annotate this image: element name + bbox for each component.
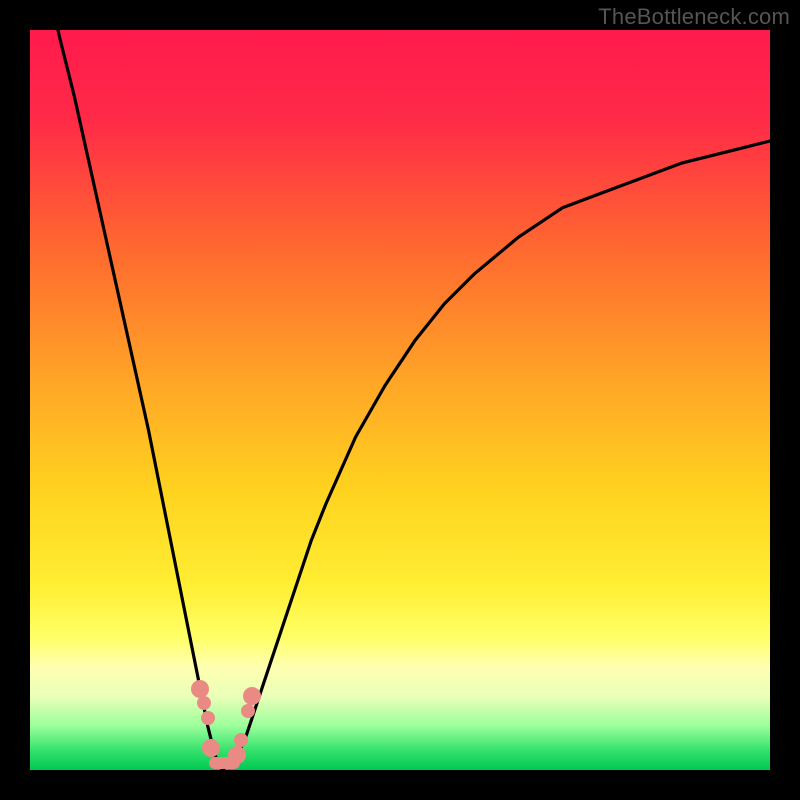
data-marker [191, 680, 209, 698]
plot-area [30, 30, 770, 770]
data-marker [228, 746, 246, 764]
data-marker [243, 687, 261, 705]
chart-frame: TheBottleneck.com [0, 0, 800, 800]
data-marker [234, 733, 248, 747]
data-marker [202, 739, 220, 757]
data-marker [197, 696, 211, 710]
heat-gradient [30, 30, 770, 770]
watermark-text: TheBottleneck.com [598, 4, 790, 30]
data-marker [201, 711, 215, 725]
data-marker [241, 704, 255, 718]
